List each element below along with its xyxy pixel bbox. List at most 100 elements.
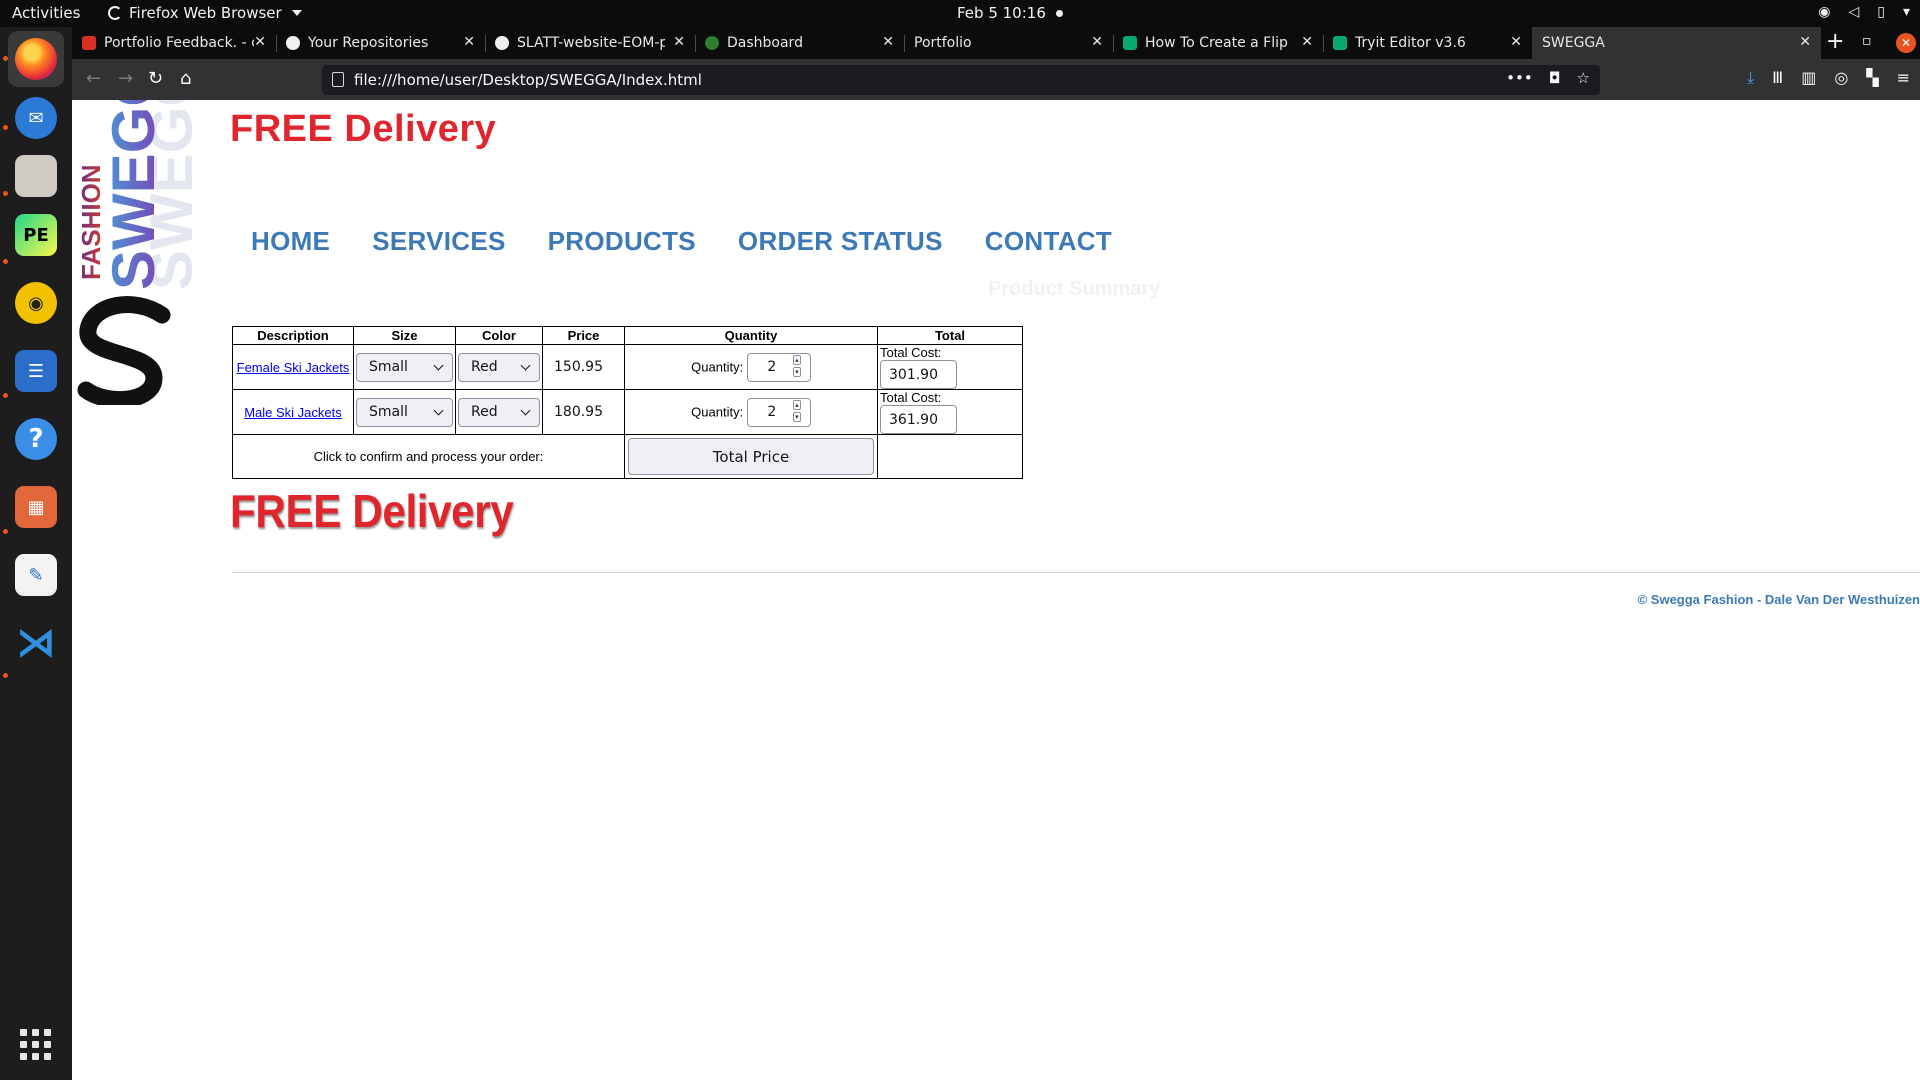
dock-impress[interactable]: ▦ [8, 479, 64, 535]
tab-portfolio[interactable]: Portfolio ✕ [904, 27, 1113, 59]
swegga-logo: SWEGGA SWEGGA FASHION [76, 100, 192, 405]
vscode-icon: ⋊ [16, 620, 56, 666]
size-select[interactable]: Small [356, 352, 453, 382]
nav-order-status[interactable]: ORDER STATUS [738, 226, 943, 257]
show-applications-icon[interactable] [20, 1029, 52, 1061]
dock-pycharm[interactable]: PE [8, 207, 64, 263]
tab-swegga[interactable]: SWEGGA ✕ [1532, 27, 1821, 59]
spin-down-icon[interactable]: ▾ [792, 367, 801, 377]
main-navigation: HOME SERVICES PRODUCTS ORDER STATUS CONT… [251, 226, 1112, 257]
tab-portfolio-feedback[interactable]: Portfolio Feedback. - c ✕ [72, 27, 276, 59]
maximize-icon[interactable]: ▫ [1862, 33, 1872, 49]
close-icon[interactable]: ✕ [1510, 34, 1522, 50]
empty-cell [877, 434, 1023, 479]
w3-icon [1123, 36, 1137, 50]
dock-text-editor[interactable]: ✎ [8, 547, 64, 603]
dock-files[interactable] [8, 148, 64, 204]
bookmark-star-icon[interactable]: ☆ [1577, 69, 1590, 87]
window-close-button[interactable]: ✕ [1896, 33, 1916, 53]
product-link-male-ski-jackets[interactable]: Male Ski Jackets [244, 405, 342, 420]
activities-button[interactable]: Activities [12, 4, 80, 22]
close-icon[interactable]: ✕ [463, 34, 475, 50]
minimize-icon[interactable]: ‒ [1829, 33, 1838, 49]
close-icon[interactable]: ✕ [673, 34, 685, 50]
dock-thunderbird[interactable]: ✉ [8, 90, 64, 146]
dock-rhythmbox[interactable]: ◉ [8, 275, 64, 331]
quantity-label: Quantity: [691, 359, 744, 374]
color-select[interactable]: Red [458, 397, 540, 427]
account-icon[interactable]: ◎ [1834, 68, 1848, 88]
col-quantity: Quantity [624, 326, 878, 345]
confirm-row: Click to confirm and process your order:… [232, 434, 1023, 479]
spin-up-icon[interactable]: ▴ [792, 400, 801, 410]
extensions-icon[interactable]: ▚ [1866, 68, 1878, 88]
total-price-button[interactable]: Total Price [628, 438, 874, 475]
size-value: Small [369, 359, 408, 375]
color-value: Red [471, 359, 498, 375]
dock-vscode[interactable]: ⋊ [8, 615, 64, 671]
free-delivery-banner-top: FREE Delivery [230, 108, 497, 150]
clock[interactable]: Feb 5 10:16 [957, 4, 1063, 22]
system-tray[interactable]: ◉ ◁ ▯ ▾ [1818, 4, 1910, 20]
text-editor-icon: ✎ [15, 554, 57, 596]
dock-firefox[interactable] [8, 31, 64, 87]
total-cost-field[interactable]: 361.90 [880, 405, 957, 434]
close-icon[interactable]: ✕ [254, 34, 266, 50]
total-cost-label: Total Cost: [880, 345, 942, 360]
dock-writer[interactable]: ☰ [8, 343, 64, 399]
tab-dashboard[interactable]: Dashboard ✕ [695, 27, 904, 59]
size-select[interactable]: Small [356, 397, 453, 427]
caret-down-icon [291, 10, 302, 16]
chevron-down-icon [520, 360, 531, 370]
downloads-icon[interactable]: ⤓ [1747, 68, 1754, 88]
product-link-female-ski-jackets[interactable]: Female Ski Jackets [237, 360, 350, 375]
nav-home[interactable]: HOME [251, 226, 330, 257]
total-cost-field[interactable]: 301.90 [880, 360, 957, 389]
size-value: Small [369, 404, 408, 420]
home-button[interactable]: ⌂ [180, 68, 191, 89]
files-icon [15, 155, 57, 197]
tab-your-repositories[interactable]: Your Repositories ✕ [276, 27, 485, 59]
total-cost-label: Total Cost: [880, 390, 942, 405]
col-total: Total [877, 326, 1023, 345]
col-price: Price [542, 326, 625, 345]
tab-slatt-website[interactable]: SLATT-website-EOM-p ✕ [485, 27, 695, 59]
nav-contact[interactable]: CONTACT [985, 226, 1112, 257]
app-menu-label: Firefox Web Browser [129, 4, 282, 22]
nav-services[interactable]: SERVICES [372, 226, 505, 257]
running-indicator-icon [3, 191, 8, 196]
spin-up-icon[interactable]: ▴ [792, 355, 801, 365]
color-select[interactable]: Red [458, 352, 540, 382]
w3-icon [1333, 36, 1347, 50]
spin-down-icon[interactable]: ▾ [792, 412, 801, 422]
footer-copyright: © Swegga Fashion - Dale Van Der Westhuiz… [1637, 592, 1920, 607]
nav-products[interactable]: PRODUCTS [548, 226, 696, 257]
library-icon[interactable]: Ⅲ [1772, 68, 1783, 88]
quantity-stepper[interactable]: 2 ▴ ▾ [746, 397, 811, 427]
chevron-down-icon [433, 405, 444, 415]
sidebar-icon[interactable]: ▥ [1801, 68, 1816, 88]
close-icon[interactable]: ✕ [1799, 34, 1811, 50]
confirm-text: Click to confirm and process your order: [232, 434, 625, 479]
url-bar[interactable]: file:///home/user/Desktop/SWEGGA/Index.h… [322, 65, 1600, 95]
free-delivery-banner-bottom: FREE Delivery [230, 485, 514, 537]
firefox-icon [15, 38, 57, 80]
close-icon[interactable]: ✕ [882, 34, 894, 50]
running-indicator-icon [3, 673, 8, 678]
dock-help[interactable]: ? [8, 411, 64, 467]
pocket-icon[interactable]: ◘ [1549, 69, 1561, 87]
page-actions-icon[interactable]: ••• [1506, 69, 1533, 87]
close-icon[interactable]: ✕ [1091, 34, 1103, 50]
col-color: Color [455, 326, 543, 345]
tab-flip-card[interactable]: How To Create a Flip C ✕ [1113, 27, 1323, 59]
menu-icon[interactable]: ≡ [1897, 68, 1910, 88]
quantity-stepper[interactable]: 2 ▴ ▾ [746, 352, 811, 382]
github-icon [286, 36, 300, 50]
forward-button[interactable]: → [118, 68, 133, 89]
close-icon[interactable]: ✕ [1301, 34, 1313, 50]
reload-button[interactable]: ↻ [148, 68, 163, 89]
tab-tryit-editor[interactable]: Tryit Editor v3.6 ✕ [1323, 27, 1532, 59]
app-menu[interactable]: Firefox Web Browser [108, 4, 302, 22]
back-button[interactable]: ← [86, 68, 101, 89]
battery-icon: ▯ [1877, 4, 1885, 20]
